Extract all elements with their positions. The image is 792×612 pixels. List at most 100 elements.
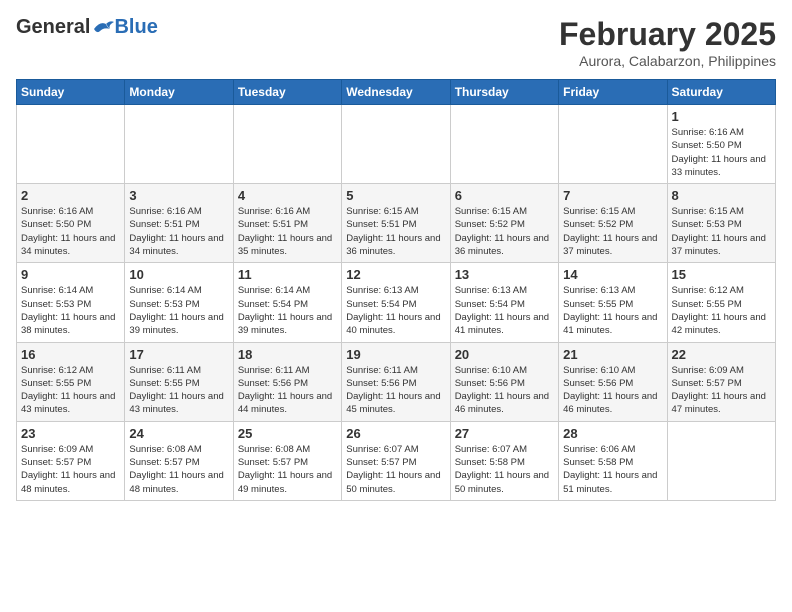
calendar-week-5: 23Sunrise: 6:09 AM Sunset: 5:57 PM Dayli… (17, 421, 776, 500)
day-number: 5 (346, 188, 445, 203)
calendar-cell: 10 Sunrise: 6:14 AM Sunset: 5:53 PM Dayli… (125, 263, 233, 342)
logo: General Blue (16, 16, 158, 39)
weekday-header-thursday: Thursday (450, 80, 558, 105)
day-info: Sunrise: 6:10 AM Sunset: 5:56 PM Dayligh… (563, 364, 662, 417)
day-info: Sunrise: 6:11 AM Sunset: 5:56 PM Dayligh… (346, 364, 445, 417)
calendar-cell: 13 Sunrise: 6:13 AM Sunset: 5:54 PM Dayli… (450, 263, 558, 342)
day-number: 12 (346, 267, 445, 282)
day-number: 17 (129, 347, 228, 362)
day-info: Sunrise: 6:09 AM Sunset: 5:57 PM Dayligh… (672, 364, 771, 417)
calendar-cell: 12 Sunrise: 6:13 AM Sunset: 5:54 PM Dayli… (342, 263, 450, 342)
calendar-cell: 11Sunrise: 6:14 AM Sunset: 5:54 PM Dayli… (233, 263, 341, 342)
day-info: Sunrise: 6:15 AM Sunset: 5:52 PM Dayligh… (563, 205, 662, 258)
calendar-cell: 26Sunrise: 6:07 AM Sunset: 5:57 PM Dayli… (342, 421, 450, 500)
day-info: Sunrise: 6:13 AM Sunset: 5:55 PM Dayligh… (563, 284, 662, 337)
calendar-cell (233, 105, 341, 184)
calendar-cell: 17 Sunrise: 6:11 AM Sunset: 5:55 PM Dayli… (125, 342, 233, 421)
weekday-header-tuesday: Tuesday (233, 80, 341, 105)
calendar-cell (667, 421, 775, 500)
day-number: 24 (129, 426, 228, 441)
day-info: Sunrise: 6:16 AM Sunset: 5:51 PM Dayligh… (238, 205, 337, 258)
day-number: 20 (455, 347, 554, 362)
calendar-header-row: SundayMondayTuesdayWednesdayThursdayFrid… (17, 80, 776, 105)
day-number: 4 (238, 188, 337, 203)
day-info: Sunrise: 6:09 AM Sunset: 5:57 PM Dayligh… (21, 443, 120, 496)
calendar-cell: 28 Sunrise: 6:06 AM Sunset: 5:58 PM Dayli… (559, 421, 667, 500)
day-info: Sunrise: 6:11 AM Sunset: 5:55 PM Dayligh… (129, 364, 228, 417)
calendar-cell: 25Sunrise: 6:08 AM Sunset: 5:57 PM Dayli… (233, 421, 341, 500)
day-info: Sunrise: 6:15 AM Sunset: 5:53 PM Dayligh… (672, 205, 771, 258)
day-info: Sunrise: 6:16 AM Sunset: 5:51 PM Dayligh… (129, 205, 228, 258)
calendar-week-1: 1 Sunrise: 6:16 AM Sunset: 5:50 PM Daylig… (17, 105, 776, 184)
day-info: Sunrise: 6:12 AM Sunset: 5:55 PM Dayligh… (672, 284, 771, 337)
day-info: Sunrise: 6:14 AM Sunset: 5:54 PM Dayligh… (238, 284, 337, 337)
logo-blue-text: Blue (114, 16, 157, 39)
day-number: 27 (455, 426, 554, 441)
month-title: February 2025 (559, 16, 776, 53)
weekday-header-saturday: Saturday (667, 80, 775, 105)
calendar-cell: 19 Sunrise: 6:11 AM Sunset: 5:56 PM Dayli… (342, 342, 450, 421)
day-number: 18 (238, 347, 337, 362)
day-number: 19 (346, 347, 445, 362)
day-number: 8 (672, 188, 771, 203)
day-number: 2 (21, 188, 120, 203)
day-info: Sunrise: 6:13 AM Sunset: 5:54 PM Dayligh… (346, 284, 445, 337)
day-info: Sunrise: 6:16 AM Sunset: 5:50 PM Dayligh… (21, 205, 120, 258)
calendar-cell: 3 Sunrise: 6:16 AM Sunset: 5:51 PM Daylig… (125, 184, 233, 263)
calendar-cell: 4 Sunrise: 6:16 AM Sunset: 5:51 PM Daylig… (233, 184, 341, 263)
calendar-cell: 8 Sunrise: 6:15 AM Sunset: 5:53 PM Daylig… (667, 184, 775, 263)
day-info: Sunrise: 6:13 AM Sunset: 5:54 PM Dayligh… (455, 284, 554, 337)
day-number: 15 (672, 267, 771, 282)
calendar-cell: 21 Sunrise: 6:10 AM Sunset: 5:56 PM Dayli… (559, 342, 667, 421)
day-number: 28 (563, 426, 662, 441)
calendar-cell: 15 Sunrise: 6:12 AM Sunset: 5:55 PM Dayli… (667, 263, 775, 342)
day-info: Sunrise: 6:10 AM Sunset: 5:56 PM Dayligh… (455, 364, 554, 417)
day-number: 14 (563, 267, 662, 282)
day-number: 21 (563, 347, 662, 362)
calendar-cell (342, 105, 450, 184)
day-info: Sunrise: 6:08 AM Sunset: 5:57 PM Dayligh… (238, 443, 337, 496)
calendar-cell (17, 105, 125, 184)
day-number: 9 (21, 267, 120, 282)
day-info: Sunrise: 6:06 AM Sunset: 5:58 PM Dayligh… (563, 443, 662, 496)
day-number: 7 (563, 188, 662, 203)
day-number: 10 (129, 267, 228, 282)
calendar-cell: 18Sunrise: 6:11 AM Sunset: 5:56 PM Dayli… (233, 342, 341, 421)
page-header: General Blue February 2025 Aurora, Calab… (16, 16, 776, 69)
weekday-header-monday: Monday (125, 80, 233, 105)
calendar-cell: 5 Sunrise: 6:15 AM Sunset: 5:51 PM Daylig… (342, 184, 450, 263)
day-info: Sunrise: 6:16 AM Sunset: 5:50 PM Dayligh… (672, 126, 771, 179)
weekday-header-sunday: Sunday (17, 80, 125, 105)
weekday-header-wednesday: Wednesday (342, 80, 450, 105)
calendar-cell: 24 Sunrise: 6:08 AM Sunset: 5:57 PM Dayli… (125, 421, 233, 500)
calendar-cell: 20 Sunrise: 6:10 AM Sunset: 5:56 PM Dayli… (450, 342, 558, 421)
logo-bird-icon (92, 19, 114, 37)
day-info: Sunrise: 6:12 AM Sunset: 5:55 PM Dayligh… (21, 364, 120, 417)
calendar-cell: 7 Sunrise: 6:15 AM Sunset: 5:52 PM Daylig… (559, 184, 667, 263)
calendar-cell (559, 105, 667, 184)
day-number: 16 (21, 347, 120, 362)
day-info: Sunrise: 6:14 AM Sunset: 5:53 PM Dayligh… (129, 284, 228, 337)
day-info: Sunrise: 6:08 AM Sunset: 5:57 PM Dayligh… (129, 443, 228, 496)
weekday-header-friday: Friday (559, 80, 667, 105)
calendar-cell: 6Sunrise: 6:15 AM Sunset: 5:52 PM Daylig… (450, 184, 558, 263)
calendar-cell: 22 Sunrise: 6:09 AM Sunset: 5:57 PM Dayli… (667, 342, 775, 421)
calendar-cell: 2 Sunrise: 6:16 AM Sunset: 5:50 PM Daylig… (17, 184, 125, 263)
day-number: 13 (455, 267, 554, 282)
calendar-week-4: 16 Sunrise: 6:12 AM Sunset: 5:55 PM Dayli… (17, 342, 776, 421)
calendar-cell: 27 Sunrise: 6:07 AM Sunset: 5:58 PM Dayli… (450, 421, 558, 500)
location: Aurora, Calabarzon, Philippines (559, 53, 776, 69)
day-number: 1 (672, 109, 771, 124)
day-number: 22 (672, 347, 771, 362)
day-info: Sunrise: 6:15 AM Sunset: 5:51 PM Dayligh… (346, 205, 445, 258)
day-info: Sunrise: 6:07 AM Sunset: 5:58 PM Dayligh… (455, 443, 554, 496)
day-number: 3 (129, 188, 228, 203)
calendar-cell: 14 Sunrise: 6:13 AM Sunset: 5:55 PM Dayli… (559, 263, 667, 342)
calendar-cell: 23Sunrise: 6:09 AM Sunset: 5:57 PM Dayli… (17, 421, 125, 500)
calendar-cell: 16 Sunrise: 6:12 AM Sunset: 5:55 PM Dayli… (17, 342, 125, 421)
day-info: Sunrise: 6:07 AM Sunset: 5:57 PM Dayligh… (346, 443, 445, 496)
calendar-cell (450, 105, 558, 184)
calendar-week-2: 2 Sunrise: 6:16 AM Sunset: 5:50 PM Daylig… (17, 184, 776, 263)
day-number: 6 (455, 188, 554, 203)
calendar-cell (125, 105, 233, 184)
